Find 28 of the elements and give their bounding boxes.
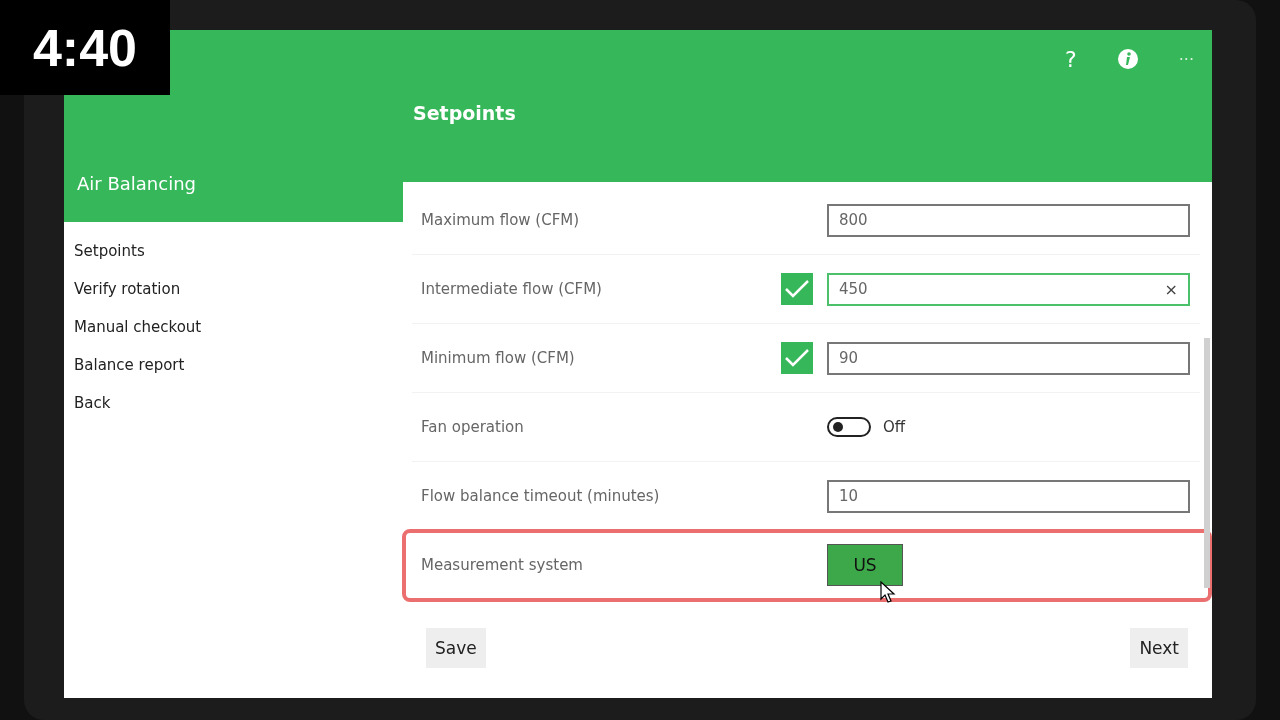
next-button[interactable]: Next [1130,628,1188,668]
cursor-icon [880,581,896,603]
sidebar-item[interactable]: Balance report [74,346,403,384]
input-field[interactable]: 800 [827,203,1190,237]
video-timestamp: 4:40 [0,0,170,95]
toggle-label: Off [883,418,906,436]
row-label: Minimum flow (CFM) [421,349,576,367]
sidebar-title: Air Balancing [77,173,196,194]
row-label: Intermediate flow (CFM) [421,280,603,298]
row-label: Fan operation [421,418,525,436]
row-label: Maximum flow (CFM) [421,211,581,229]
clear-icon[interactable]: × [1164,279,1178,299]
sidebar-item[interactable]: Manual checkout [74,308,403,346]
checkbox[interactable] [781,273,813,305]
row-label: Flow balance timeout (minutes) [421,487,661,505]
input-field[interactable]: 90 [827,341,1190,375]
row-label: Measurement system [421,556,584,574]
sidebar-item[interactable]: Setpoints [74,232,403,270]
checkbox[interactable] [781,342,813,374]
scrollbar[interactable] [1204,338,1210,588]
input-field[interactable]: 10 [827,479,1190,513]
sidebar-item[interactable]: Verify rotation [74,270,403,308]
toggle-switch[interactable] [827,417,871,437]
sidebar-item[interactable]: Back [74,384,403,422]
page-title: Setpoints [412,101,517,124]
save-button[interactable]: Save [426,628,486,668]
info-icon[interactable] [1116,48,1139,70]
input-field[interactable]: 450 × [827,272,1190,306]
